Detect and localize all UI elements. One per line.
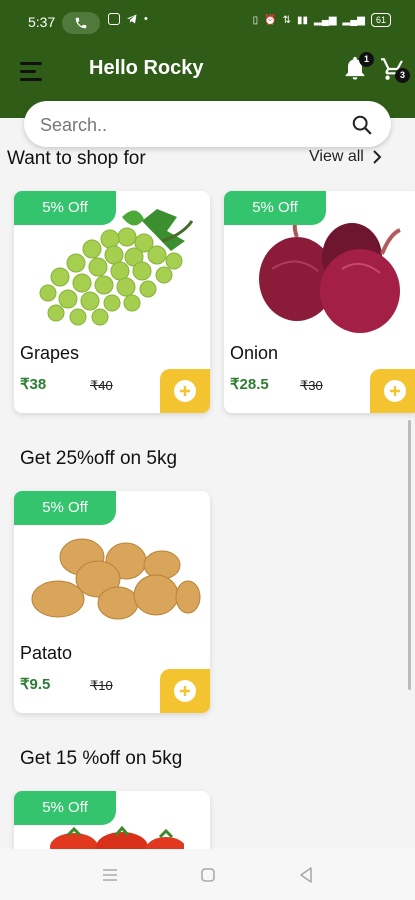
- signal-2-icon: ▂▄▆: [342, 14, 365, 26]
- discount-badge: 5% Off: [14, 191, 116, 225]
- search-icon[interactable]: [351, 114, 373, 136]
- section-title-offer-25: Get 25%off on 5kg: [20, 448, 178, 469]
- product-name: Grapes: [20, 343, 80, 363]
- plus-icon: [384, 380, 406, 402]
- product-card-tomato[interactable]: 5% Off: [14, 791, 210, 849]
- product-original-price: ₹10: [90, 678, 113, 693]
- notification-badge: 1: [359, 52, 374, 67]
- signal-icon: ▂▄▆: [314, 14, 337, 26]
- product-card-onion[interactable]: 5% Off Onion ₹28.5 ₹30: [224, 191, 415, 413]
- notifications-button[interactable]: 1: [341, 52, 374, 84]
- discount-badge: 5% Off: [224, 191, 326, 225]
- cart-button[interactable]: 3: [380, 56, 410, 86]
- product-name: Patato: [20, 643, 73, 663]
- add-to-cart-button[interactable]: [370, 369, 415, 413]
- plus-icon: [174, 680, 196, 702]
- search-bar: [24, 101, 391, 147]
- add-to-cart-button[interactable]: [160, 669, 210, 713]
- back-icon[interactable]: [296, 865, 316, 885]
- app-notification-icon: [108, 13, 120, 25]
- recent-apps-icon[interactable]: [100, 865, 120, 885]
- status-bar: 5:37 • ▯ ⏰ ⇅ ▮▮ ▂▄▆ ▂▄▆ 61: [0, 0, 415, 44]
- data-speed-icon: ⇅: [282, 14, 292, 26]
- product-original-price: ₹40: [90, 378, 113, 393]
- plus-icon: [174, 380, 196, 402]
- tomato-image: [50, 825, 184, 849]
- view-all-link[interactable]: View all: [309, 148, 382, 166]
- view-all-label: View all: [309, 148, 364, 165]
- product-original-price: ₹30: [300, 378, 323, 393]
- system-navigation-bar: [0, 849, 415, 900]
- alarm-icon: ⏰: [264, 14, 277, 26]
- product-price: ₹38: [20, 376, 47, 393]
- section-title-offer-15: Get 15 %off on 5kg: [20, 748, 183, 769]
- discount-badge: 5% Off: [14, 791, 116, 825]
- more-notifications-dot: •: [144, 13, 148, 25]
- ongoing-call-indicator[interactable]: [62, 12, 100, 34]
- volte-icon: ▮▮: [297, 14, 309, 26]
- battery-icon: 61: [370, 13, 391, 27]
- home-icon[interactable]: [198, 865, 218, 885]
- product-price: ₹9.5: [20, 676, 51, 693]
- product-card-grapes[interactable]: 5% Off Grapes ₹38 ₹40: [14, 191, 210, 413]
- product-card-potato[interactable]: 5% Off Patato ₹9.5 ₹10: [14, 491, 210, 713]
- add-to-cart-button[interactable]: [160, 369, 210, 413]
- system-status-icons: ▯ ⏰ ⇅ ▮▮ ▂▄▆ ▂▄▆ 61: [253, 13, 391, 27]
- discount-badge: 5% Off: [14, 491, 116, 525]
- vibrate-icon: ▯: [252, 14, 259, 26]
- chevron-right-icon: [373, 150, 382, 164]
- cart-badge: 3: [395, 68, 410, 83]
- telegram-icon: [127, 14, 137, 24]
- status-time: 5:37: [28, 14, 56, 30]
- phone-icon: [75, 17, 87, 29]
- scrollbar[interactable]: [408, 420, 411, 690]
- product-name: Onion: [230, 343, 279, 363]
- menu-icon[interactable]: [20, 62, 46, 84]
- notification-icons: •: [108, 13, 148, 25]
- search-input[interactable]: [38, 109, 342, 141]
- product-price: ₹28.5: [230, 376, 269, 393]
- greeting-title: Hello Rocky: [89, 57, 204, 79]
- section-title-want-to-shop: Want to shop for: [7, 148, 146, 169]
